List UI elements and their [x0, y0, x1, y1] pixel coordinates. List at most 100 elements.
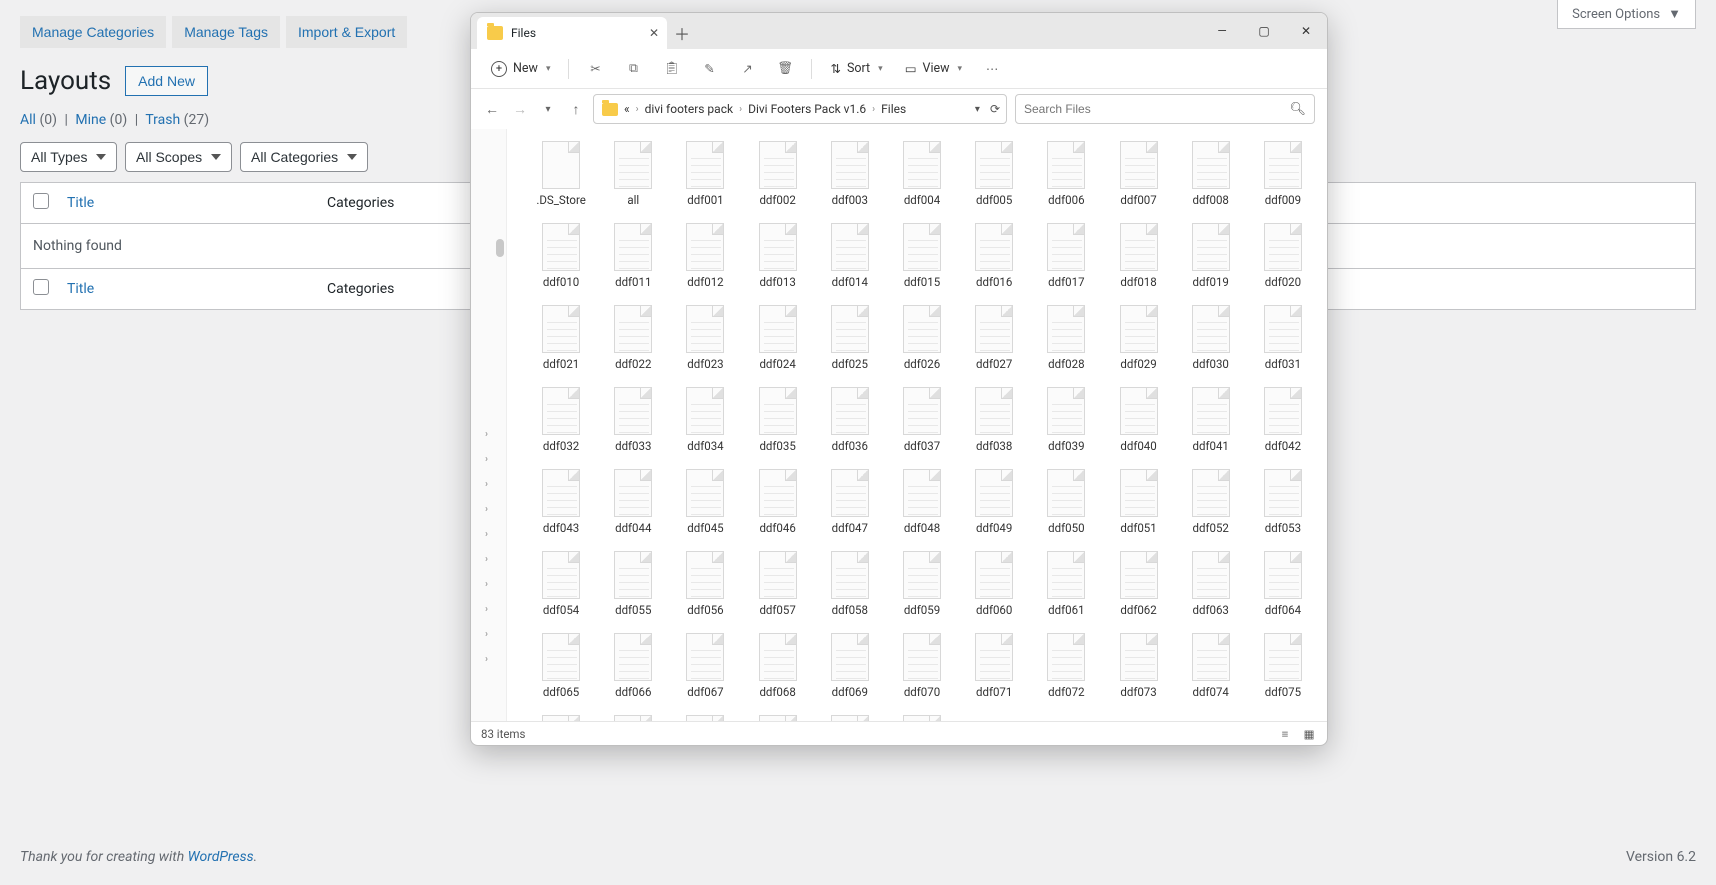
refresh-button[interactable]: ⟳ [990, 102, 1000, 116]
file-item[interactable]: ddf066 [597, 631, 669, 701]
file-item[interactable]: ddf081 [886, 713, 958, 721]
chevron-right-icon[interactable]: › [485, 629, 488, 640]
filter-mine-link[interactable]: Mine [75, 112, 106, 128]
categories-select[interactable]: All Categories [240, 142, 368, 172]
file-item[interactable]: ddf055 [597, 549, 669, 619]
file-item[interactable]: ddf017 [1030, 221, 1102, 291]
file-item[interactable]: ddf042 [1247, 385, 1319, 455]
file-item[interactable]: .DS_Store [525, 139, 597, 209]
search-icon[interactable]: 🔍︎ [1289, 102, 1306, 117]
file-item[interactable]: ddf021 [525, 303, 597, 373]
file-item[interactable]: ddf040 [1102, 385, 1174, 455]
chevron-right-icon[interactable]: › [485, 504, 488, 515]
manage-tags-button[interactable]: Manage Tags [172, 16, 280, 48]
file-item[interactable]: ddf075 [1247, 631, 1319, 701]
file-item[interactable]: ddf006 [1030, 139, 1102, 209]
file-item[interactable]: ddf022 [597, 303, 669, 373]
file-item[interactable]: ddf034 [669, 385, 741, 455]
add-new-button[interactable]: Add New [125, 66, 208, 96]
close-window-button[interactable]: ✕ [1285, 13, 1327, 49]
wordpress-link[interactable]: WordPress [188, 849, 254, 865]
file-item[interactable]: ddf073 [1102, 631, 1174, 701]
chevron-right-icon[interactable]: › [485, 479, 488, 490]
file-item[interactable]: ddf053 [1247, 467, 1319, 537]
file-item[interactable]: ddf067 [669, 631, 741, 701]
file-item[interactable]: ddf035 [742, 385, 814, 455]
file-item[interactable]: ddf016 [958, 221, 1030, 291]
file-item[interactable]: ddf038 [958, 385, 1030, 455]
filter-trash-link[interactable]: Trash [145, 112, 180, 128]
rename-button[interactable]: ✎ [693, 57, 725, 81]
file-item[interactable]: ddf036 [814, 385, 886, 455]
file-item[interactable]: ddf007 [1102, 139, 1174, 209]
file-item[interactable]: ddf024 [742, 303, 814, 373]
file-item[interactable]: ddf049 [958, 467, 1030, 537]
chevron-right-icon[interactable]: › [485, 654, 488, 665]
file-list-pane[interactable]: .DS_Storeallddf001ddf002ddf003ddf004ddf0… [507, 129, 1327, 721]
file-item[interactable]: ddf062 [1102, 549, 1174, 619]
file-item[interactable]: ddf014 [814, 221, 886, 291]
file-item[interactable]: ddf012 [669, 221, 741, 291]
file-item[interactable]: ddf009 [1247, 139, 1319, 209]
file-item[interactable]: ddf019 [1175, 221, 1247, 291]
share-button[interactable]: ↗ [731, 57, 763, 81]
file-item[interactable]: ddf015 [886, 221, 958, 291]
file-item[interactable]: ddf028 [1030, 303, 1102, 373]
file-item[interactable]: ddf037 [886, 385, 958, 455]
sidebar-scrollbar-thumb[interactable] [496, 239, 504, 257]
file-item[interactable]: ddf070 [886, 631, 958, 701]
file-item[interactable]: ddf044 [597, 467, 669, 537]
up-button[interactable]: ↑ [567, 101, 585, 118]
file-item[interactable]: ddf061 [1030, 549, 1102, 619]
icons-view-icon[interactable]: ▦ [1301, 727, 1317, 741]
file-item[interactable]: ddf071 [958, 631, 1030, 701]
file-item[interactable]: ddf027 [958, 303, 1030, 373]
paste-button[interactable]: 📋︎ [655, 57, 687, 80]
search-input[interactable] [1024, 102, 1306, 116]
minimize-button[interactable]: — [1201, 13, 1243, 49]
file-item[interactable]: ddf041 [1175, 385, 1247, 455]
screen-options-toggle[interactable]: Screen Options ▼ [1557, 0, 1696, 29]
breadcrumb-item[interactable]: Divi Footers Pack v1.6 [748, 102, 866, 116]
file-item[interactable]: ddf026 [886, 303, 958, 373]
copy-button[interactable]: ⧉ [617, 57, 649, 80]
chevron-right-icon[interactable]: › [485, 529, 488, 540]
back-button[interactable]: ← [483, 101, 501, 118]
view-button[interactable]: ▭ View ▾ [897, 57, 970, 81]
file-item[interactable]: ddf072 [1030, 631, 1102, 701]
file-item[interactable]: ddf003 [814, 139, 886, 209]
file-item[interactable]: ddf064 [1247, 549, 1319, 619]
address-dropdown-icon[interactable]: ▾ [975, 104, 980, 115]
maximize-button[interactable]: ▢ [1243, 13, 1285, 49]
file-item[interactable]: ddf001 [669, 139, 741, 209]
file-item[interactable]: ddf005 [958, 139, 1030, 209]
breadcrumb-item[interactable]: divi footers pack [645, 102, 733, 116]
file-item[interactable]: ddf065 [525, 631, 597, 701]
file-item[interactable]: ddf008 [1175, 139, 1247, 209]
file-item[interactable]: ddf030 [1175, 303, 1247, 373]
file-item[interactable]: ddf048 [886, 467, 958, 537]
file-item[interactable]: ddf020 [1247, 221, 1319, 291]
file-item[interactable]: ddf079 [742, 713, 814, 721]
file-item[interactable]: ddf080 [814, 713, 886, 721]
file-item[interactable]: ddf046 [742, 467, 814, 537]
types-select[interactable]: All Types [20, 142, 117, 172]
file-item[interactable]: ddf033 [597, 385, 669, 455]
file-item[interactable]: ddf029 [1102, 303, 1174, 373]
forward-button[interactable]: → [511, 101, 529, 118]
select-all-checkbox[interactable] [33, 193, 49, 209]
file-item[interactable]: ddf045 [669, 467, 741, 537]
address-bar[interactable]: « › divi footers pack › Divi Footers Pac… [593, 94, 1007, 124]
scopes-select[interactable]: All Scopes [125, 142, 232, 172]
file-item[interactable]: ddf078 [669, 713, 741, 721]
file-item[interactable]: ddf043 [525, 467, 597, 537]
filter-all-link[interactable]: All [20, 112, 36, 128]
file-item[interactable]: ddf025 [814, 303, 886, 373]
file-item[interactable]: ddf050 [1030, 467, 1102, 537]
file-item[interactable]: ddf060 [958, 549, 1030, 619]
file-item[interactable]: ddf011 [597, 221, 669, 291]
file-item[interactable]: all [597, 139, 669, 209]
file-item[interactable]: ddf068 [742, 631, 814, 701]
file-item[interactable]: ddf054 [525, 549, 597, 619]
file-item[interactable]: ddf057 [742, 549, 814, 619]
